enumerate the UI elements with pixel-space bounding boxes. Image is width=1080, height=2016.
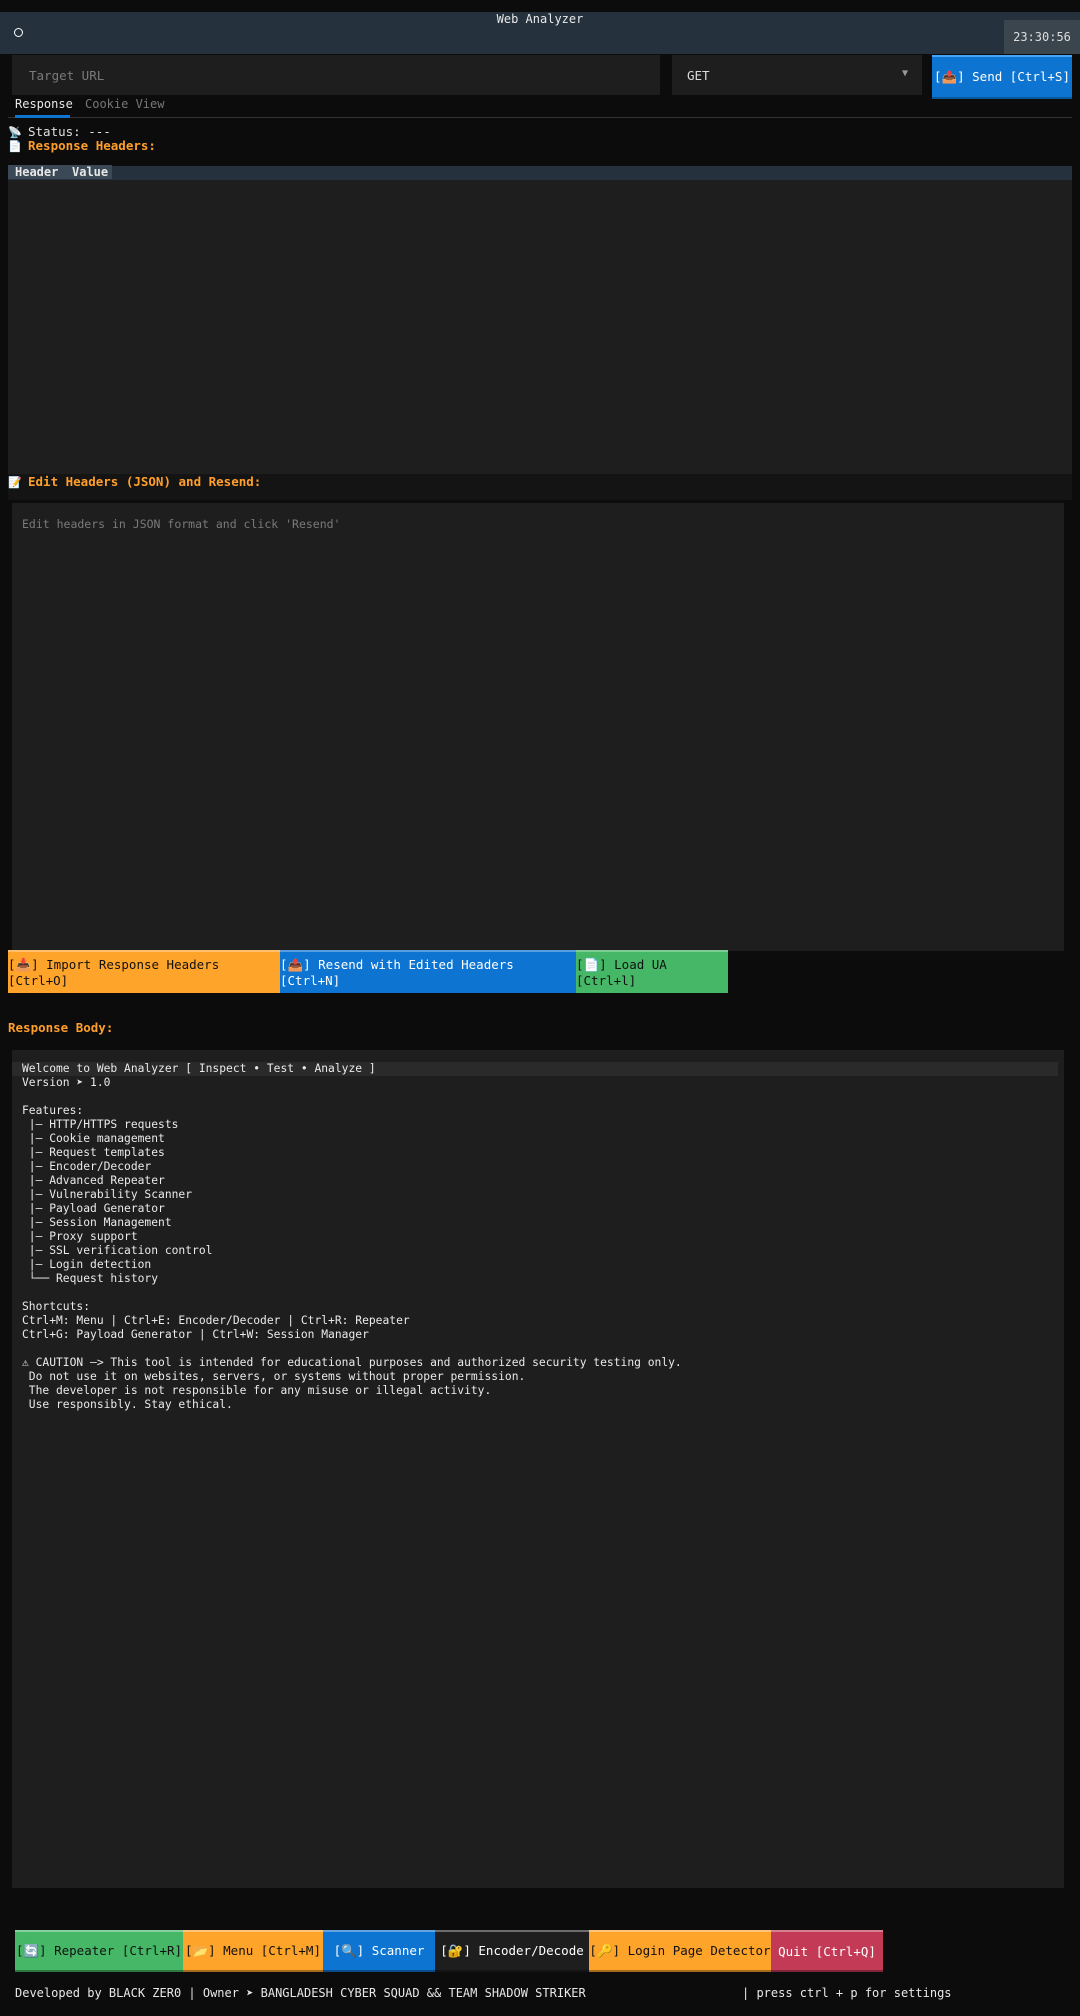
clock: 23:30:56 (1004, 20, 1080, 54)
response-headers-label: 📄 Response Headers: (8, 138, 156, 153)
menu-button[interactable]: [📂] Menu [Ctrl+M] (183, 1930, 323, 1972)
column-header-header[interactable]: Header (8, 165, 68, 179)
status-text: Status: --- (28, 124, 111, 139)
import-headers-button[interactable]: [📥] Import Response Headers [Ctrl+O] (8, 950, 280, 993)
edit-headers-text: Edit Headers (JSON) and Resend: (28, 474, 262, 489)
chevron-down-icon: ▼ (901, 68, 908, 79)
tab-cookie-view[interactable]: Cookie View (85, 97, 164, 111)
send-button[interactable]: [📤] Send [Ctrl+S] (932, 55, 1072, 99)
status-line: 📡 Status: --- (8, 124, 111, 139)
response-tabs: Response Cookie View (8, 97, 1072, 119)
method-value: GET (687, 67, 710, 83)
app-title: Web Analyzer (496, 12, 584, 26)
app-circle-icon (14, 28, 23, 37)
resend-headers-button[interactable]: [📤] Resend with Edited Headers [Ctrl+N] (280, 950, 576, 993)
response-headers-text: Response Headers: (28, 138, 156, 153)
tab-response[interactable]: Response (15, 97, 73, 111)
response-body-text: Welcome to Web Analyzer [ Inspect • Test… (22, 1062, 682, 1411)
repeater-button[interactable]: [🔄] Repeater [Ctrl+R] (15, 1930, 183, 1972)
footer-settings-hint: | press ctrl + p for settings (742, 1986, 952, 2000)
method-select[interactable]: GET ▼ (672, 55, 922, 95)
memo-icon: 📝 (8, 476, 22, 489)
headers-table[interactable]: Header Value (8, 165, 1072, 474)
table-header-row: Header Value (8, 165, 1072, 180)
page-icon: 📄 (8, 140, 22, 153)
app-window: Web Analyzer 23:30:56 GET ▼ [📤] Send [Ct… (0, 0, 1080, 2016)
active-tab-indicator (15, 115, 70, 118)
encoder-decoder-button[interactable]: [🔐] Encoder/Decode (435, 1930, 589, 1972)
target-url-input[interactable] (12, 55, 660, 95)
response-body-panel[interactable]: Welcome to Web Analyzer [ Inspect • Test… (12, 1050, 1064, 1888)
edit-headers-label: 📝 Edit Headers (JSON) and Resend: (8, 474, 1072, 500)
edit-headers-textarea[interactable] (12, 503, 1064, 951)
load-ua-button[interactable]: [📄] Load UA [Ctrl+l] (576, 950, 728, 993)
quit-button[interactable]: Quit [Ctrl+Q] (771, 1930, 883, 1972)
response-body-label: Response Body: (8, 1020, 114, 1035)
column-header-value[interactable]: Value (68, 165, 112, 179)
login-page-detector-button[interactable]: [🔑] Login Page Detector (589, 1930, 771, 1972)
footer-credits: Developed by BLACK ZER0 | Owner ➤ BANGLA… (15, 1986, 586, 2000)
tabs-divider (8, 117, 1072, 118)
title-bar: Web Analyzer 23:30:56 (0, 12, 1080, 54)
scanner-button[interactable]: [🔍] Scanner (323, 1930, 435, 1972)
